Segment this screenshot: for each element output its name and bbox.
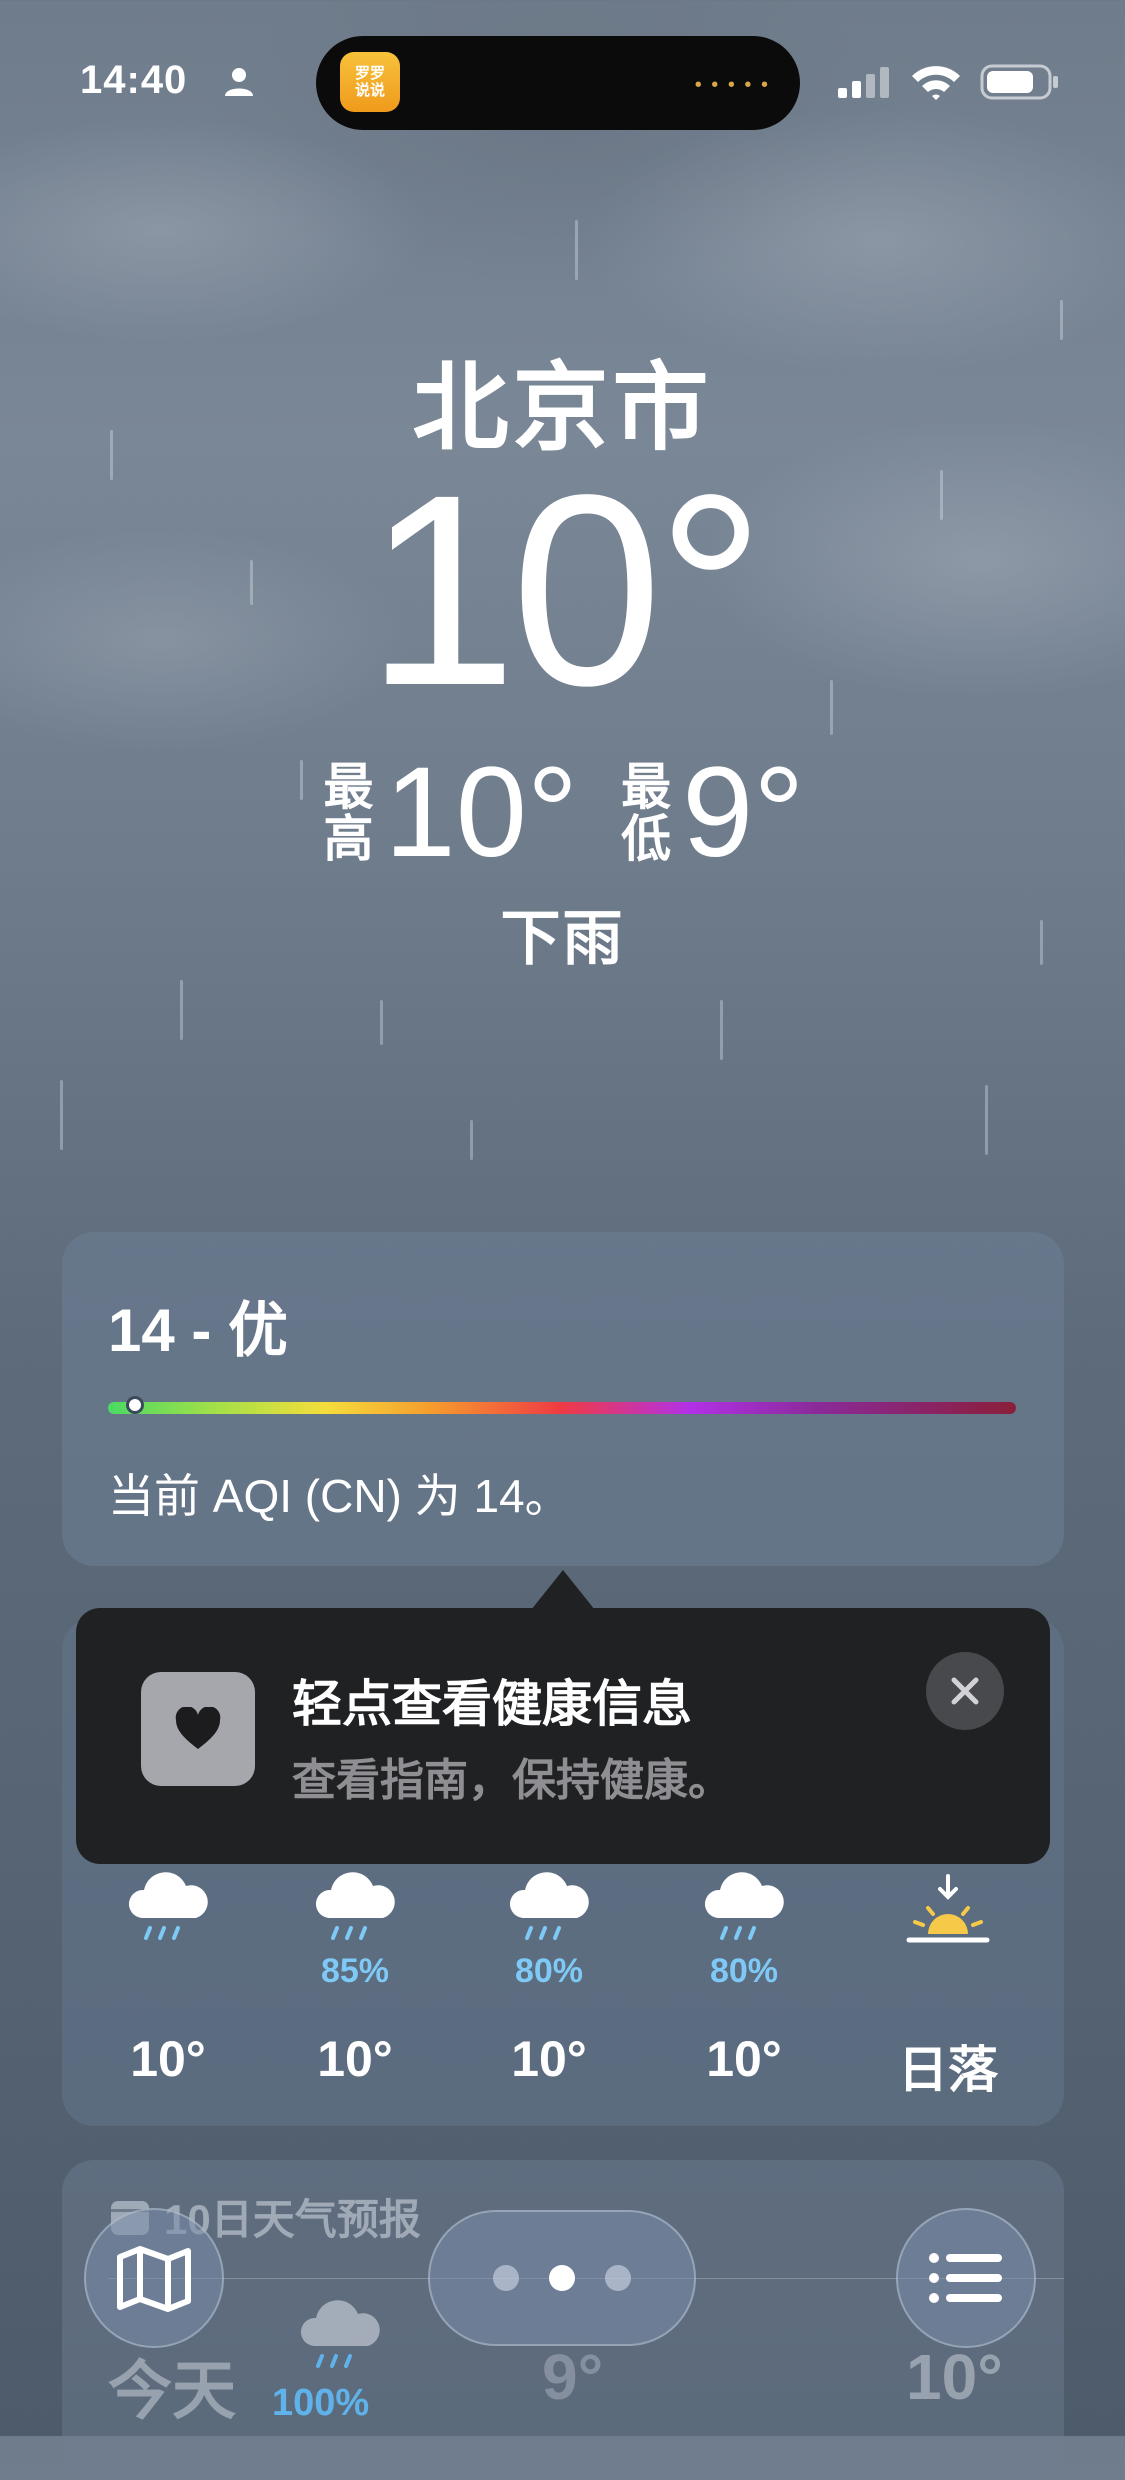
hour-temp: 10°: [511, 2031, 587, 2087]
high-temp-group: 最高 10°: [321, 748, 579, 878]
aqi-description: 当前 AQI (CN) 为 14。: [108, 1470, 571, 1522]
aqi-scale-bar: [108, 1402, 1016, 1414]
audio-wave-icon: • • • • •: [694, 74, 770, 96]
island-app-icon[interactable]: 罗罗 说说: [340, 52, 400, 112]
low-temp: 9°: [682, 741, 805, 884]
tooltip-subtitle: 查看指南，保持健康。: [292, 1756, 732, 1805]
hour-column: 80% 10°: [654, 1860, 834, 2088]
precip-chance: 80%: [709, 1952, 779, 1990]
rain-cloud-icon: [459, 1860, 639, 1952]
city-list-button[interactable]: [896, 2208, 1036, 2348]
forecast-precip-chance: 100%: [272, 2382, 370, 2424]
precip-chance: [78, 1952, 258, 2000]
forecast-day: 今天: [108, 2355, 236, 2427]
weather-condition: 下雨: [500, 905, 625, 972]
current-temperature: 10°: [365, 438, 765, 742]
tooltip-pointer: [531, 1570, 595, 1610]
close-button[interactable]: [926, 1652, 1004, 1730]
page-dot[interactable]: [605, 2265, 631, 2291]
heart-icon: [141, 1672, 255, 1786]
high-low-row: 最高 10° 最低 9°: [0, 748, 1125, 878]
wifi-icon: [912, 66, 960, 100]
sunset-icon: [858, 1860, 1038, 1952]
page-dot[interactable]: [493, 2265, 519, 2291]
island-app-line1: 罗罗: [354, 65, 385, 82]
sunset-label: 日落: [898, 2042, 998, 2098]
high-label: 最高: [323, 759, 374, 867]
rain-cloud-icon: [78, 1860, 258, 1952]
rain-cloud-icon: [300, 2300, 380, 2368]
air-quality-card[interactable]: 14 - 优 当前 AQI (CN) 为 14。: [62, 1232, 1064, 1566]
hour-temp: 10°: [706, 2031, 782, 2087]
status-time: 14:40: [80, 58, 188, 102]
hour-column: 10°: [78, 1860, 258, 2088]
hour-temp: 10°: [130, 2031, 206, 2087]
rain-cloud-icon: [654, 1860, 834, 1952]
precip-chance: 80%: [514, 1952, 584, 1990]
low-label: 最低: [621, 759, 672, 867]
cellular-signal-icon: [838, 67, 889, 98]
health-info-tooltip[interactable]: 轻点查看健康信息 查看指南，保持健康。: [76, 1608, 1050, 1864]
high-temp: 10°: [384, 741, 579, 884]
person-icon: [225, 68, 253, 96]
aqi-value: 14 - 优: [108, 1297, 289, 1364]
close-icon: [951, 1677, 979, 1705]
precip-chance: [858, 1952, 1038, 2000]
map-button[interactable]: [84, 2208, 224, 2348]
page-dot-active[interactable]: [549, 2265, 575, 2291]
low-temp-group: 最低 9°: [618, 748, 804, 878]
hour-column: 80% 10°: [459, 1860, 639, 2088]
battery-icon: [980, 64, 1058, 100]
rain-cloud-icon: [265, 1860, 445, 1952]
list-icon: [929, 2253, 1002, 2303]
forecast-high: 10°: [906, 2341, 1003, 2413]
hour-temp: 10°: [317, 2031, 393, 2087]
island-app-line2: 说说: [354, 82, 385, 99]
hour-column: 日落: [858, 1860, 1038, 2102]
tooltip-title: 轻点查看健康信息: [292, 1676, 692, 1732]
forecast-low: 9°: [542, 2341, 604, 2413]
page-indicator[interactable]: [428, 2210, 696, 2346]
dynamic-island[interactable]: 罗罗 说说 • • • • •: [316, 36, 800, 130]
precip-chance: 85%: [320, 1952, 390, 1990]
hour-column: 85% 10°: [265, 1860, 445, 2088]
map-icon: [117, 2246, 191, 2312]
